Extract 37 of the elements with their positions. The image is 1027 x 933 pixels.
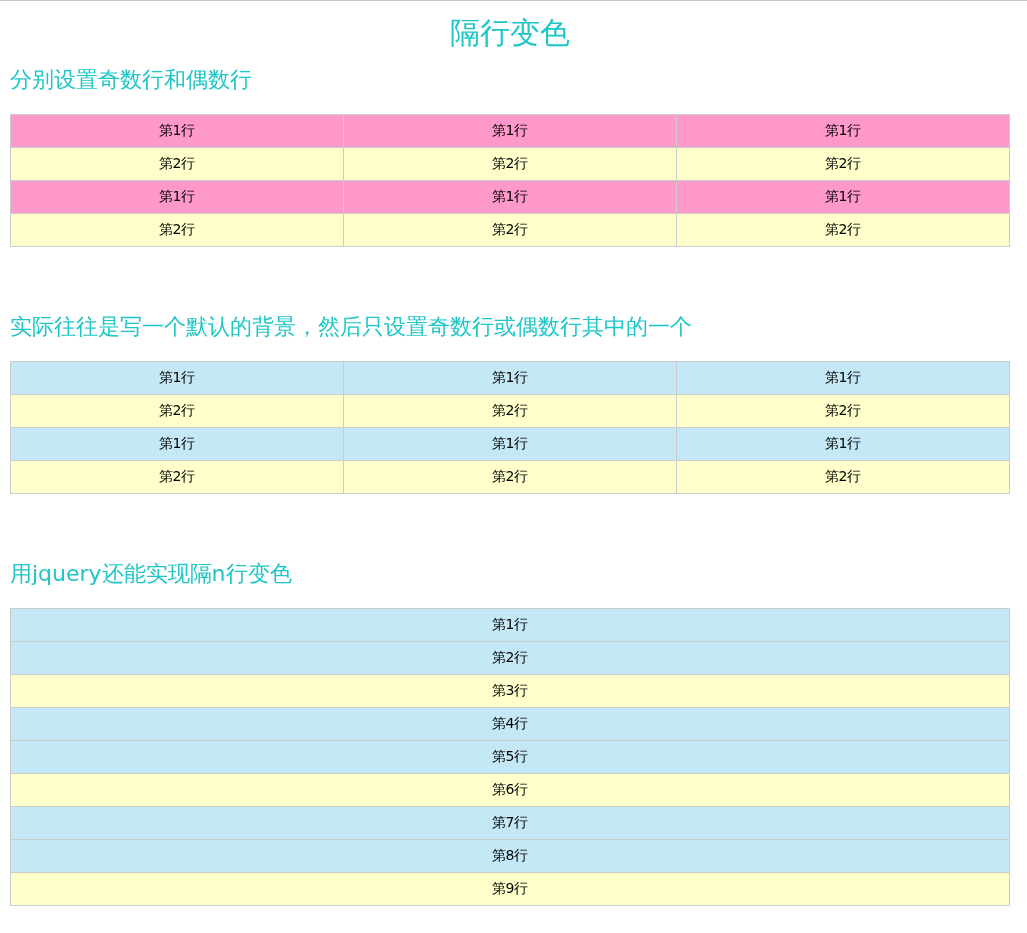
table-cell: 第1行 <box>10 180 344 214</box>
table-cell: 第2行 <box>10 394 344 428</box>
table-cell: 第2行 <box>10 147 344 181</box>
table-cell: 第1行 <box>676 361 1010 395</box>
table-cell: 第6行 <box>10 773 1010 807</box>
table-cell: 第2行 <box>10 213 344 247</box>
table-cell: 第1行 <box>343 361 677 395</box>
table-cell: 第2行 <box>343 213 677 247</box>
page-title: 隔行变色 <box>449 14 571 52</box>
table-cell: 第5行 <box>10 740 1010 774</box>
table-cell: 第2行 <box>676 460 1010 494</box>
table-cell: 第9行 <box>10 872 1010 906</box>
table-cell: 第2行 <box>343 394 677 428</box>
table-cell: 第1行 <box>343 180 677 214</box>
table-cell: 第3行 <box>10 674 1010 708</box>
section-heading: 实际往往是写一个默认的背景，然后只设置奇数行或偶数行其中的一个 <box>10 313 693 341</box>
section-heading: 用jquery还能实现隔n行变色 <box>10 560 293 588</box>
table-cell: 第1行 <box>676 427 1010 461</box>
table-cell: 第2行 <box>676 147 1010 181</box>
table-cell: 第4行 <box>10 707 1010 741</box>
table-cell: 第1行 <box>343 114 677 148</box>
table-cell: 第1行 <box>676 180 1010 214</box>
table-cell: 第1行 <box>10 361 344 395</box>
table-cell: 第2行 <box>343 147 677 181</box>
table-cell: 第1行 <box>676 114 1010 148</box>
table-cell: 第2行 <box>676 213 1010 247</box>
table-cell: 第2行 <box>10 641 1010 675</box>
table-cell: 第2行 <box>676 394 1010 428</box>
table-cell: 第1行 <box>10 427 344 461</box>
table-cell: 第1行 <box>10 114 344 148</box>
table-cell: 第8行 <box>10 839 1010 873</box>
table-cell: 第7行 <box>10 806 1010 840</box>
table-cell: 第2行 <box>10 460 344 494</box>
table-cell: 第1行 <box>343 427 677 461</box>
section-heading: 分别设置奇数行和偶数行 <box>10 66 253 94</box>
table-cell: 第2行 <box>343 460 677 494</box>
table-cell: 第1行 <box>10 608 1010 642</box>
